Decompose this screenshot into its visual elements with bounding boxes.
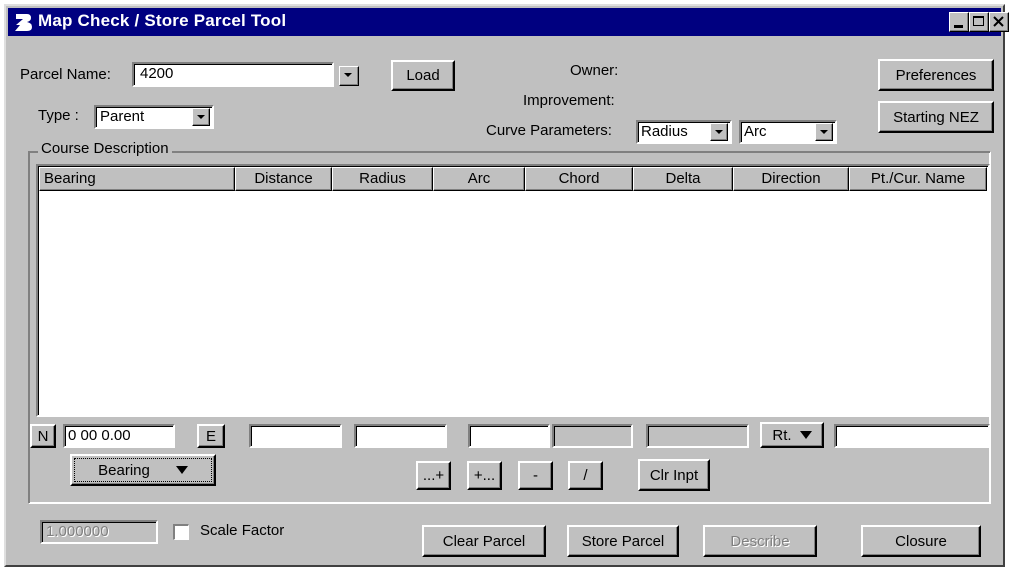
slash-button[interactable]: / [568,461,603,490]
column-header-delta[interactable]: Delta [633,167,733,191]
direction-dropdown[interactable]: Rt. [760,422,824,448]
clear-parcel-button[interactable]: Clear Parcel [422,525,546,557]
curve-param-2-value: Arc [744,123,767,140]
scale-factor-input: 1.000000 [40,520,158,544]
clear-input-button[interactable]: Clr Inpt [638,459,710,491]
parcel-name-dropdown-button[interactable] [339,66,359,86]
bearing-type-dropdown[interactable]: Bearing [70,454,216,486]
window-title: Map Check / Store Parcel Tool [38,11,287,30]
starting-nez-button[interactable]: Starting NEZ [878,101,994,133]
bearing-type-value: Bearing [98,461,150,479]
insert-after-button[interactable]: ...+ [416,461,451,490]
scale-factor-checkbox[interactable] [173,524,189,540]
column-header-direction[interactable]: Direction [733,167,849,191]
bentley-b-icon [15,14,32,31]
arc-input[interactable] [468,424,550,448]
improvement-label: Improvement: [523,92,615,109]
direction-value: Rt. [772,426,792,444]
owner-label: Owner: [570,62,619,79]
insert-before-button[interactable]: +... [467,461,502,490]
minimize-button[interactable] [949,12,969,32]
column-header-distance[interactable]: Distance [235,167,332,191]
column-header-chord[interactable]: Chord [525,167,633,191]
direction-dropdown-arrow-icon [799,431,812,439]
type-label: Type : [38,107,79,124]
n-button[interactable]: N [30,424,56,448]
scale-factor-label: Scale Factor [200,522,285,539]
distance-input[interactable] [249,424,342,448]
bearing-type-dropdown-arrow-icon [175,466,188,474]
store-parcel-button[interactable]: Store Parcel [567,525,679,557]
map-check-window: Map Check / Store Parcel Tool Parcel Nam… [4,4,1009,567]
close-icon [993,16,1004,27]
type-dropdown-arrow-icon[interactable] [192,108,210,126]
course-description-label: Course Description [38,140,172,157]
pt-cur-name-input[interactable] [834,424,990,448]
curve-param-1-value: Radius [641,123,688,140]
parcel-name-input[interactable]: 4200 [132,62,334,87]
e-button[interactable]: E [197,424,225,448]
course-list[interactable]: Bearing Distance Radius Arc Chord Delta … [36,164,990,417]
preferences-button[interactable]: Preferences [878,59,994,91]
delta-input [646,424,749,448]
curve-parameters-label: Curve Parameters: [486,122,612,139]
maximize-button[interactable] [969,12,989,32]
chord-input [552,424,633,448]
column-header-bearing[interactable]: Bearing [39,167,235,191]
type-select-value: Parent [100,108,145,125]
bearing-input[interactable]: 0 00 0.00 [63,424,175,448]
close-button[interactable] [989,12,1009,32]
maximize-icon [973,16,984,26]
column-header-arc[interactable]: Arc [433,167,525,191]
closure-button[interactable]: Closure [861,525,981,557]
describe-button: Describe [703,525,817,557]
parcel-name-label: Parcel Name: [20,66,111,83]
column-header-pt-cur-name[interactable]: Pt./Cur. Name [849,167,987,191]
minimize-icon [954,25,963,28]
delete-course-button[interactable]: - [518,461,553,490]
load-button[interactable]: Load [391,60,455,91]
curve-param-2-dropdown-arrow-icon[interactable] [815,123,833,141]
radius-input[interactable] [354,424,447,448]
column-header-radius[interactable]: Radius [332,167,433,191]
title-bar[interactable]: Map Check / Store Parcel Tool [8,8,1009,36]
course-list-header: Bearing Distance Radius Arc Chord Delta … [39,167,987,191]
curve-param-1-dropdown-arrow-icon[interactable] [710,123,728,141]
